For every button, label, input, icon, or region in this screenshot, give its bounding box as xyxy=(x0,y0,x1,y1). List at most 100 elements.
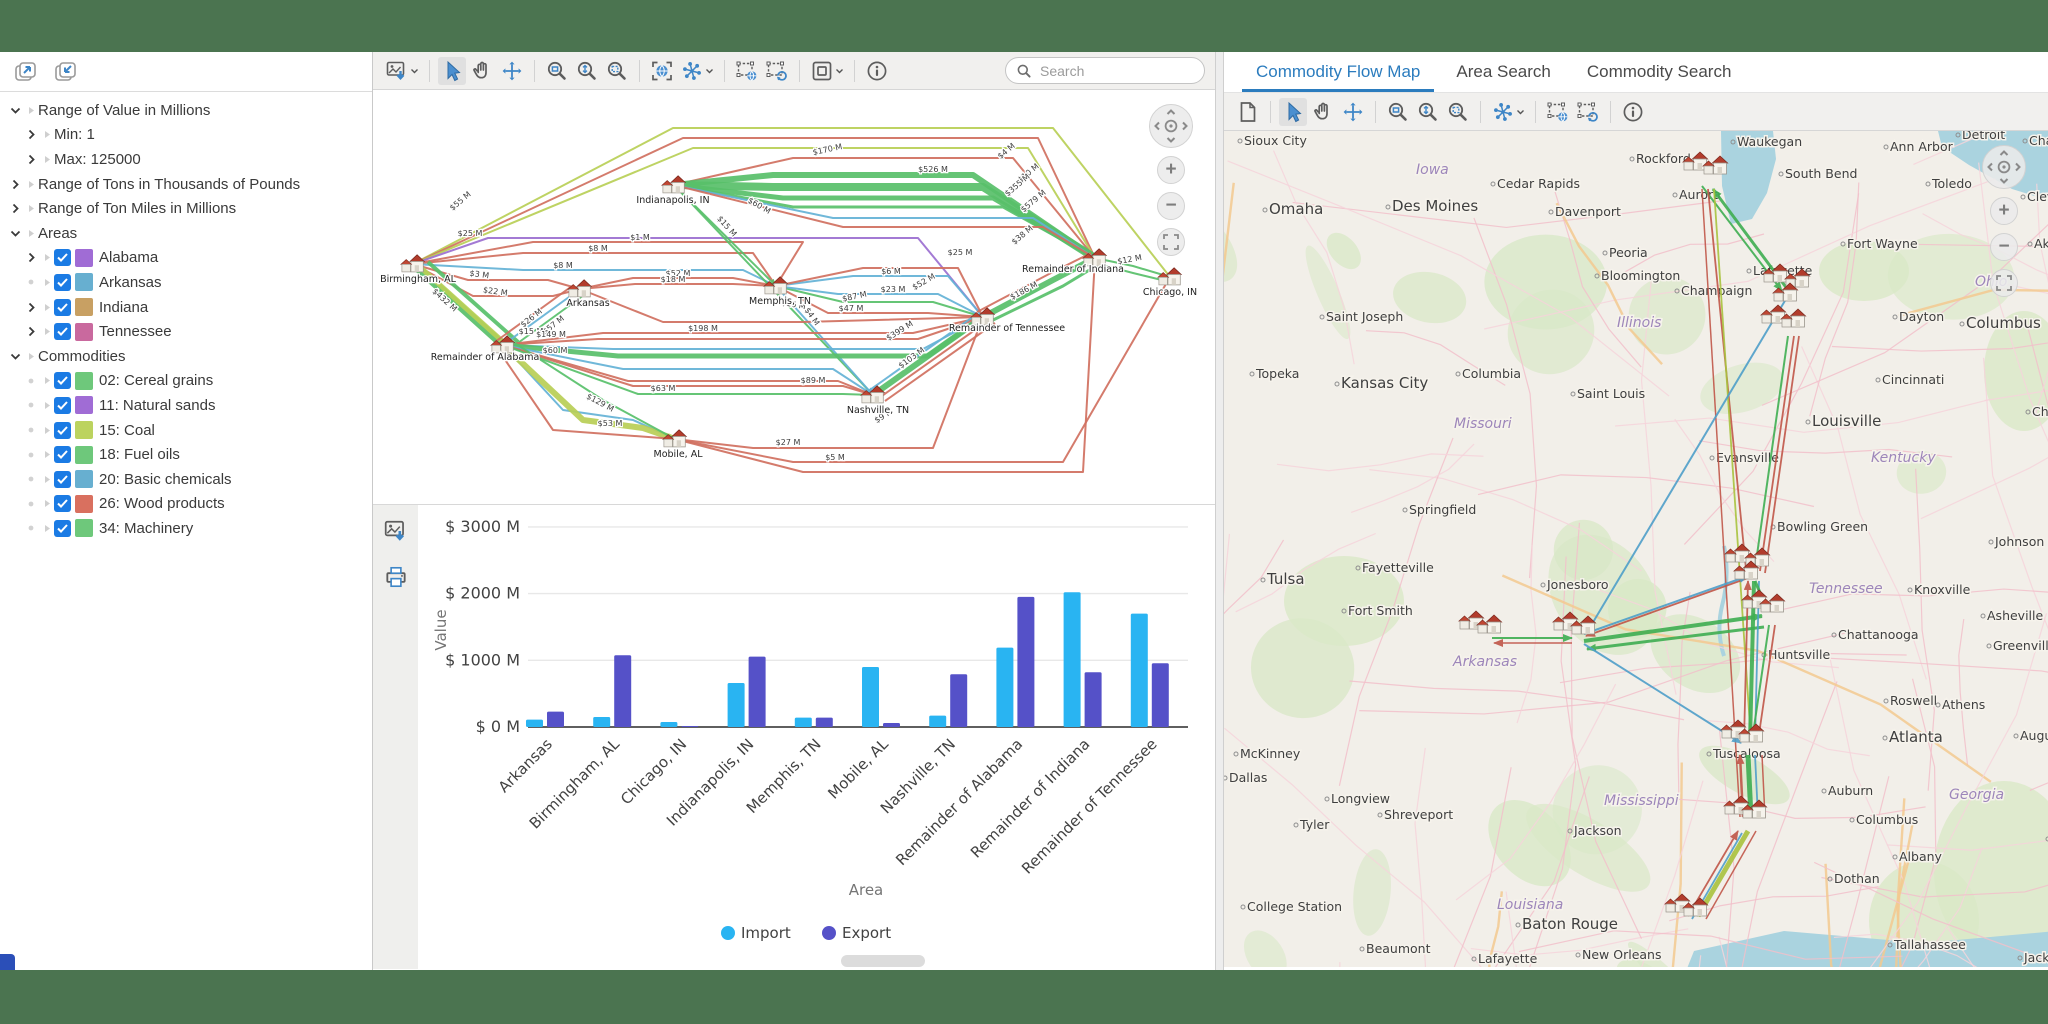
expand-arrow-icon[interactable] xyxy=(6,175,24,193)
select-region-button[interactable] xyxy=(733,57,761,85)
legend-label-export[interactable]: Export xyxy=(842,924,891,942)
tree-bullet[interactable] xyxy=(22,446,40,464)
zoom-box-button[interactable] xyxy=(603,57,631,85)
flow-edge[interactable] xyxy=(413,264,776,286)
tree-item-range-of-ton-miles-in-millions[interactable]: Range of Ton Miles in Millions xyxy=(0,196,372,221)
hand-button[interactable] xyxy=(468,57,496,85)
info-button[interactable] xyxy=(1619,98,1647,126)
tree-item-34-machinery[interactable]: 34: Machinery xyxy=(0,516,372,541)
layout-button[interactable] xyxy=(678,57,716,85)
export-bar-remainder-of-indiana[interactable] xyxy=(1085,672,1102,727)
import-bar-chicago-in[interactable] xyxy=(660,722,677,727)
tree-bullet[interactable] xyxy=(22,495,40,513)
import-bar-remainder-of-alabama[interactable] xyxy=(996,648,1013,727)
export-bar-nashville-tn[interactable] xyxy=(950,674,967,727)
export-bar-memphis-tn[interactable] xyxy=(816,718,833,727)
select-refresh-button[interactable] xyxy=(763,57,791,85)
move-button[interactable] xyxy=(498,57,526,85)
expand-arrow-icon[interactable] xyxy=(22,323,40,341)
diagram-node-arkansas[interactable] xyxy=(568,280,591,297)
tree-item-alabama[interactable]: Alabama xyxy=(0,246,372,271)
select-refresh-button[interactable] xyxy=(1574,98,1602,126)
layer-checkbox[interactable] xyxy=(54,495,71,512)
collapse-arrow-icon[interactable] xyxy=(6,224,24,242)
tree-item-range-of-value-in-millions[interactable]: Range of Value in Millions xyxy=(0,98,372,123)
commodity-flow-map[interactable]: IowaIllinoisMissouriOhioKentuckyArkansas… xyxy=(1224,131,2048,967)
zoom-in-button[interactable]: + xyxy=(1990,197,2018,225)
zoom-box-button[interactable] xyxy=(1444,98,1472,126)
collapse-arrow-icon[interactable] xyxy=(6,347,24,365)
flow-edge[interactable] xyxy=(413,128,1170,277)
export-bar-remainder-of-tennessee[interactable] xyxy=(1152,663,1169,727)
search-input[interactable] xyxy=(1038,62,1188,80)
tree-item-areas[interactable]: Areas xyxy=(0,221,372,246)
import-bar-mobile-al[interactable] xyxy=(862,667,879,727)
export-bar-indianapolis-in[interactable] xyxy=(749,657,766,727)
layer-checkbox[interactable] xyxy=(54,471,71,488)
layer-checkbox[interactable] xyxy=(54,299,71,316)
diagram-node-chicago-in[interactable] xyxy=(1158,268,1181,285)
tab-commodity-search[interactable]: Commodity Search xyxy=(1573,53,1746,92)
tree-item-indiana[interactable]: Indiana xyxy=(0,295,372,320)
tree-bullet[interactable] xyxy=(22,396,40,414)
tree-item-11-natural-sands[interactable]: 11: Natural sands xyxy=(0,393,372,418)
print-chart-button[interactable] xyxy=(381,563,411,591)
fit-screen-button[interactable] xyxy=(1157,228,1185,256)
diagram-node-indianapolis-in[interactable] xyxy=(662,176,685,193)
export-image-button[interactable] xyxy=(383,57,421,85)
tree-bullet[interactable] xyxy=(22,421,40,439)
export-bar-birmingham-al[interactable] xyxy=(614,655,631,727)
diagram-node-birmingham-al[interactable] xyxy=(401,255,424,272)
overview-button[interactable] xyxy=(808,57,846,85)
import-bar-remainder-of-indiana[interactable] xyxy=(1064,592,1081,727)
zoom-in-button[interactable]: + xyxy=(1157,156,1185,184)
info-button[interactable] xyxy=(863,57,891,85)
layout-button[interactable] xyxy=(1489,98,1527,126)
fit-screen-button[interactable] xyxy=(1990,269,2018,297)
chart-hscrollbar[interactable] xyxy=(841,955,925,967)
expand-arrow-icon[interactable] xyxy=(22,249,40,267)
tree-item-02-cereal-grains[interactable]: 02: Cereal grains xyxy=(0,369,372,394)
flow-network-diagram[interactable]: $55 M$170 M$526 M$60 M$25 M$1 M$8 M$8 M$… xyxy=(373,90,1215,505)
export-bar-remainder-of-alabama[interactable] xyxy=(1017,597,1034,727)
tab-area-search[interactable]: Area Search xyxy=(1442,53,1565,92)
layer-checkbox[interactable] xyxy=(54,397,71,414)
export-bar-mobile-al[interactable] xyxy=(883,723,900,727)
pan-compass-control[interactable] xyxy=(1149,104,1193,148)
move-button[interactable] xyxy=(1339,98,1367,126)
tree-item-15-coal[interactable]: 15: Coal xyxy=(0,418,372,443)
tree-item-20-basic-chemicals[interactable]: 20: Basic chemicals xyxy=(0,467,372,492)
flow-edge[interactable] xyxy=(675,317,983,448)
tree-bullet[interactable] xyxy=(22,519,40,537)
zoom-in-button[interactable] xyxy=(1384,98,1412,126)
layer-checkbox[interactable] xyxy=(54,274,71,291)
layer-checkbox[interactable] xyxy=(54,249,71,266)
import-bar-nashville-tn[interactable] xyxy=(929,716,946,727)
expand-arrow-icon[interactable] xyxy=(22,298,40,316)
expand-arrow-icon[interactable] xyxy=(6,200,24,218)
expand-arrow-icon[interactable] xyxy=(22,126,40,144)
select-region-button[interactable] xyxy=(1544,98,1572,126)
import-bar-memphis-tn[interactable] xyxy=(795,718,812,727)
collapse-all-button[interactable] xyxy=(50,58,82,86)
expand-arrow-icon[interactable] xyxy=(22,150,40,168)
tree-item-18-fuel-oils[interactable]: 18: Fuel oils xyxy=(0,442,372,467)
layer-checkbox[interactable] xyxy=(54,323,71,340)
tree-item-max-125000[interactable]: Max: 125000 xyxy=(0,147,372,172)
tree-item-26-wood-products[interactable]: 26: Wood products xyxy=(0,492,372,517)
layer-checkbox[interactable] xyxy=(54,372,71,389)
import-bar-arkansas[interactable] xyxy=(526,720,543,727)
new-doc-button[interactable] xyxy=(1234,98,1262,126)
zoom-in-button[interactable] xyxy=(543,57,571,85)
import-bar-remainder-of-tennessee[interactable] xyxy=(1131,614,1148,727)
fit-extent-button[interactable] xyxy=(648,57,676,85)
panel-splitter[interactable] xyxy=(1215,52,1224,970)
tab-commodity-flow-map[interactable]: Commodity Flow Map xyxy=(1242,53,1434,92)
tree-item-tennessee[interactable]: Tennessee xyxy=(0,319,372,344)
tree-bullet[interactable] xyxy=(22,372,40,390)
zoom-out-button[interactable]: − xyxy=(1157,192,1185,220)
export-chart-image-button[interactable] xyxy=(381,517,411,545)
diagram-node-mobile-al[interactable] xyxy=(663,430,686,447)
layer-checkbox[interactable] xyxy=(54,422,71,439)
zoom-range-button[interactable] xyxy=(1414,98,1442,126)
